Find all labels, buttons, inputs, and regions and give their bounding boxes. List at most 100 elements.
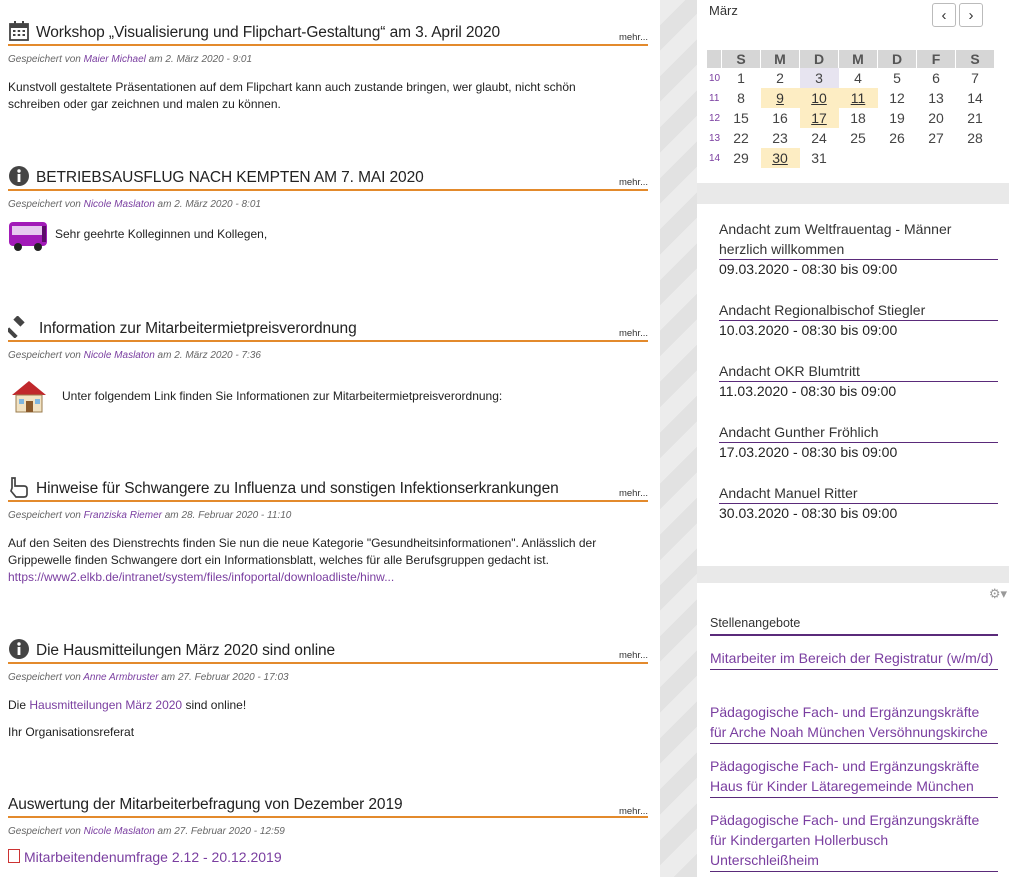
calendar-day[interactable]: 22 xyxy=(722,128,761,148)
calendar-day[interactable]: 29 xyxy=(722,148,761,168)
calendar-day[interactable]: 30 xyxy=(760,148,800,168)
week-number[interactable]: 14 xyxy=(707,148,722,168)
calendar-day[interactable]: 12 xyxy=(878,88,917,108)
post-header: Die Hausmitteilungen März 2020 sind onli… xyxy=(8,636,648,664)
calendar-day[interactable]: 27 xyxy=(917,128,956,148)
calendar-day[interactable]: 11 xyxy=(838,88,878,108)
gavel-icon xyxy=(8,316,25,338)
calendar-day[interactable]: 9 xyxy=(760,88,800,108)
calendar-day[interactable]: 7 xyxy=(956,68,995,88)
week-number[interactable]: 12 xyxy=(707,108,722,128)
prev-month-button[interactable]: ‹ xyxy=(932,3,956,27)
post-title[interactable]: BETRIEBSAUSFLUG NACH KEMPTEN AM 7. MAI 2… xyxy=(36,169,424,187)
post-meta: Gespeichert von Franziska Riemer am 28. … xyxy=(8,510,292,521)
calendar-day[interactable]: 5 xyxy=(878,68,917,88)
calendar-day[interactable]: 28 xyxy=(956,128,995,148)
calendar-day[interactable]: 2 xyxy=(761,68,800,88)
bus-image xyxy=(9,222,47,251)
week-number[interactable]: 11 xyxy=(707,88,722,108)
event-item[interactable]: Andacht OKR Blumtritt 11.03.2020 - 08:30… xyxy=(719,361,998,399)
news-post: BETRIEBSAUSFLUG NACH KEMPTEN AM 7. MAI 2… xyxy=(8,163,648,258)
post-header: Auswertung der Mitarbeiterbefragung von … xyxy=(8,790,648,818)
author-link[interactable]: Nicole Maslaton xyxy=(84,826,155,837)
calendar-day[interactable]: 24 xyxy=(800,128,839,148)
calendar-day[interactable]: 31 xyxy=(800,148,839,168)
job-link[interactable]: Mitarbeiter im Bereich der Registratur (… xyxy=(710,648,998,670)
event-item[interactable]: Andacht zum Weltfrauentag - Männer herzl… xyxy=(719,219,998,277)
more-link[interactable]: mehr... xyxy=(619,328,648,339)
news-post: Workshop „Visualisierung und Flipchart-G… xyxy=(8,18,648,113)
author-link[interactable]: Franziska Riemer xyxy=(84,510,162,521)
calendar-day[interactable]: 14 xyxy=(956,88,995,108)
calendar-week-row: 13 22 23 24 25 26 27 28 xyxy=(707,128,995,148)
post-meta: Gespeichert von Anne Armbruster am 27. F… xyxy=(8,672,289,683)
calendar-day xyxy=(839,148,878,168)
job-link[interactable]: Pädagogische Fach- und Ergänzungskräfte … xyxy=(710,810,998,872)
calendar-day[interactable]: 17 xyxy=(799,108,839,128)
calendar-week-row: 14 29 30 31 xyxy=(707,148,995,168)
post-title[interactable]: Hinweise für Schwangere zu Influenza und… xyxy=(36,480,559,498)
calendar-weekday-row: SMD MDF S xyxy=(707,50,995,68)
author-link[interactable]: Maier Michael xyxy=(84,54,146,65)
author-link[interactable]: Anne Armbruster xyxy=(83,672,158,683)
post-body: Mitarbeitendenumfrage 2.12 - 20.12.2019 xyxy=(8,848,648,865)
author-link[interactable]: Nicole Maslaton xyxy=(84,350,155,361)
news-post: Hinweise für Schwangere zu Influenza und… xyxy=(8,474,648,586)
download-link[interactable]: https://www2.elkb.de/intranet/system/fil… xyxy=(8,570,394,584)
job-link[interactable]: Pädagogische Fach- und Ergänzungskräfte … xyxy=(710,756,998,798)
event-item[interactable]: Andacht Gunther Fröhlich 17.03.2020 - 08… xyxy=(719,422,998,460)
calendar-week-row: 10 1 2 3 4 5 6 7 xyxy=(707,68,995,88)
calendar-day[interactable]: 8 xyxy=(722,88,761,108)
pdf-icon xyxy=(8,849,20,863)
calendar-day[interactable]: 23 xyxy=(761,128,800,148)
event-item[interactable]: Andacht Regionalbischof Stiegler 10.03.2… xyxy=(719,300,998,338)
more-link[interactable]: mehr... xyxy=(619,806,648,817)
news-post: Die Hausmitteilungen März 2020 sind onli… xyxy=(8,636,648,741)
info-icon xyxy=(9,166,29,186)
post-title[interactable]: Auswertung der Mitarbeiterbefragung von … xyxy=(8,796,403,814)
job-link[interactable]: Pädagogische Fach- und Ergänzungskräfte … xyxy=(710,702,998,744)
info-icon xyxy=(9,639,29,659)
post-header: Information zur Mitarbeitermietpreisvero… xyxy=(8,314,648,342)
news-post: Auswertung der Mitarbeiterbefragung von … xyxy=(8,790,648,865)
pointing-hand-icon xyxy=(10,477,28,498)
more-link[interactable]: mehr... xyxy=(619,488,648,499)
post-body: Auf den Seiten des Dienstrechts finden S… xyxy=(8,536,597,584)
calendar-day xyxy=(917,148,956,168)
post-title[interactable]: Die Hausmitteilungen März 2020 sind onli… xyxy=(36,642,335,660)
gear-icon[interactable]: ⚙▾ xyxy=(989,586,1007,602)
calendar-day[interactable]: 20 xyxy=(917,108,956,128)
calendar-day[interactable]: 15 xyxy=(722,108,761,128)
calendar-day[interactable]: 25 xyxy=(839,128,878,148)
calendar-day[interactable]: 18 xyxy=(839,108,878,128)
calendar-month: März xyxy=(709,3,738,18)
calendar-widget: März ‹ › SMD MDF S 10 1 2 3 4 5 6 7 11 8 9 10 11 12 13… xyxy=(697,0,1009,183)
week-number[interactable]: 13 xyxy=(707,128,722,148)
calendar-day[interactable]: 19 xyxy=(878,108,917,128)
calendar-day[interactable]: 21 xyxy=(956,108,995,128)
calendar-day[interactable]: 10 xyxy=(799,88,839,108)
chevron-left-icon: ‹ xyxy=(941,6,947,24)
calendar-day[interactable]: 3 xyxy=(799,68,839,88)
author-link[interactable]: Nicole Maslaton xyxy=(84,199,155,210)
post-title[interactable]: Information zur Mitarbeitermietpreisvero… xyxy=(39,320,357,338)
calendar-day[interactable]: 4 xyxy=(839,68,878,88)
week-number[interactable]: 10 xyxy=(707,68,722,88)
more-link[interactable]: mehr... xyxy=(619,177,648,188)
file-link[interactable]: Mitarbeitendenumfrage 2.12 - 20.12.2019 xyxy=(24,849,282,865)
event-item[interactable]: Andacht Manuel Ritter 30.03.2020 - 08:30… xyxy=(719,483,998,521)
next-month-button[interactable]: › xyxy=(959,3,983,27)
more-link[interactable]: mehr... xyxy=(619,650,648,661)
calendar-day[interactable]: 13 xyxy=(917,88,956,108)
calendar-day[interactable]: 6 xyxy=(917,68,956,88)
calendar-day[interactable]: 1 xyxy=(722,68,761,88)
calendar-day xyxy=(878,148,917,168)
calendar-day[interactable]: 16 xyxy=(761,108,800,128)
post-header: Hinweise für Schwangere zu Influenza und… xyxy=(8,474,648,502)
post-title[interactable]: Workshop „Visualisierung und Flipchart-G… xyxy=(36,24,500,42)
more-link[interactable]: mehr... xyxy=(619,32,648,43)
chevron-right-icon: › xyxy=(968,6,974,24)
hausmitteilungen-link[interactable]: Hausmitteilungen März 2020 xyxy=(29,698,182,712)
calendar-week-row: 11 8 9 10 11 12 13 14 xyxy=(707,88,995,108)
calendar-day[interactable]: 26 xyxy=(878,128,917,148)
